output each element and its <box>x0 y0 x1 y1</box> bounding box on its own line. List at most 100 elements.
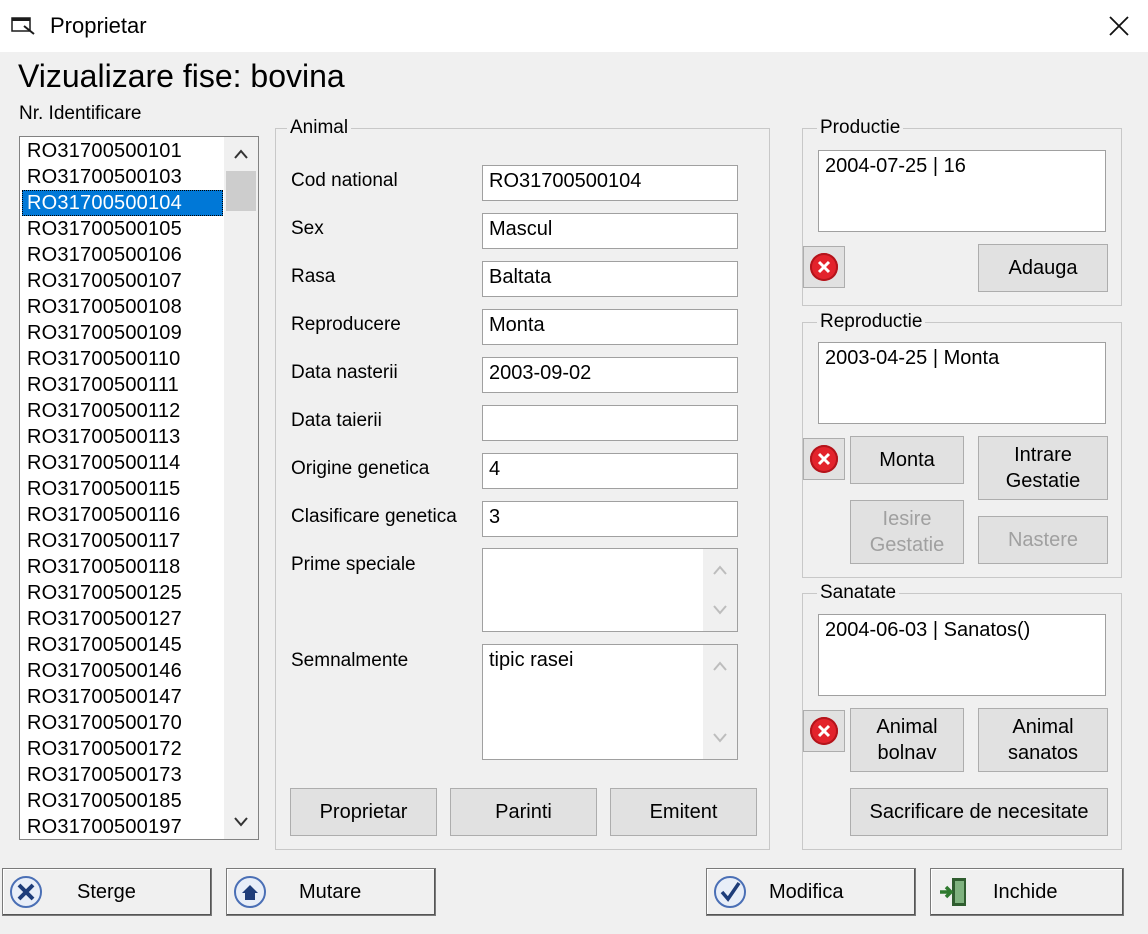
id-list-item[interactable]: RO31700500104 <box>22 190 223 216</box>
id-list-scrollbar[interactable] <box>224 137 258 839</box>
sanatate-entry[interactable]: 2004-06-03 | Sanatos() <box>825 619 1099 642</box>
id-list-item[interactable]: RO31700500115 <box>22 476 223 502</box>
id-list-label: Nr. Identificare <box>19 103 142 124</box>
home-icon <box>231 873 269 911</box>
id-list-item[interactable]: RO31700500127 <box>22 606 223 632</box>
iesire-gestatie-line1: Iesire <box>882 508 932 530</box>
id-list-item[interactable]: RO31700500147 <box>22 684 223 710</box>
scroll-down-icon[interactable] <box>224 807 258 837</box>
animal-group-title: Animal <box>287 117 352 139</box>
id-list-item[interactable]: RO31700500112 <box>22 398 223 424</box>
reproductie-entry[interactable]: 2003-04-25 | Monta <box>825 347 1099 370</box>
sterge-button[interactable]: Sterge <box>2 868 212 916</box>
id-list-item[interactable]: RO31700500113 <box>22 424 223 450</box>
sterge-label: Sterge <box>77 881 136 903</box>
modifica-button[interactable]: Modifica <box>706 868 916 916</box>
close-window-button[interactable] <box>1090 0 1148 52</box>
window-title: Proprietar <box>50 13 147 38</box>
scroll-thumb[interactable] <box>226 171 256 211</box>
nastere-button[interactable]: Nastere <box>978 516 1108 564</box>
iesire-gestatie-button[interactable]: Iesire Gestatie <box>850 500 964 564</box>
reproducere-field[interactable]: Monta <box>482 309 738 345</box>
animal-sanatos-line1: Animal <box>1012 716 1074 738</box>
rasa-field[interactable]: Baltata <box>482 261 738 297</box>
inchide-label: Inchide <box>993 881 1058 903</box>
id-list-item[interactable]: RO31700500106 <box>22 242 223 268</box>
id-list-item[interactable]: RO31700500108 <box>22 294 223 320</box>
id-list-item[interactable]: RO31700500173 <box>22 762 223 788</box>
reproductie-group-title: Reproductie <box>817 311 926 333</box>
id-list-item[interactable]: RO31700500145 <box>22 632 223 658</box>
delete-icon <box>810 717 838 745</box>
animal-sanatos-button[interactable]: Animal sanatos <box>978 708 1108 772</box>
sanatate-delete-button[interactable] <box>803 710 845 752</box>
semnalmente-scrollbar[interactable] <box>703 645 737 759</box>
clasificare-genetica-field[interactable]: 3 <box>482 501 738 537</box>
parinti-button[interactable]: Parinti <box>450 788 597 836</box>
close-icon <box>1109 16 1129 36</box>
id-list-item[interactable]: RO31700500125 <box>22 580 223 606</box>
productie-group-title: Productie <box>817 117 904 139</box>
semnalmente-label: Semnalmente <box>291 650 409 671</box>
prime-speciale-memo[interactable] <box>482 548 738 632</box>
id-listbox[interactable]: RO31700500101 RO31700500103 RO31700500104 R… <box>19 136 259 840</box>
emitent-button[interactable]: Emitent <box>610 788 757 836</box>
intrare-gestatie-line2: Gestatie <box>1005 470 1081 492</box>
sex-field[interactable]: Mascul <box>482 213 738 249</box>
scroll-down-icon[interactable] <box>703 723 737 753</box>
data-taierii-field[interactable] <box>482 405 738 441</box>
animal-sanatos-line2: sanatos <box>1007 742 1079 764</box>
clasificare-genetica-label: Clasificare genetica <box>291 506 457 527</box>
monta-button[interactable]: Monta <box>850 436 964 484</box>
intrare-gestatie-button[interactable]: Intrare Gestatie <box>978 436 1108 500</box>
inchide-button[interactable]: Inchide <box>930 868 1124 916</box>
intrare-gestatie-line1: Intrare <box>1014 444 1072 466</box>
iesire-gestatie-line2: Gestatie <box>869 534 945 556</box>
reproductie-listbox[interactable]: 2003-04-25 | Monta <box>818 342 1106 424</box>
id-list-item[interactable]: RO31700500109 <box>22 320 223 346</box>
mutare-button[interactable]: Mutare <box>226 868 436 916</box>
id-list-item[interactable]: RO31700500117 <box>22 528 223 554</box>
productie-listbox[interactable]: 2004-07-25 | 16 <box>818 150 1106 232</box>
id-list-item[interactable]: RO31700500172 <box>22 736 223 762</box>
data-nasterii-field[interactable]: 2003-09-02 <box>482 357 738 393</box>
id-list-item[interactable]: RO31700500103 <box>22 164 223 190</box>
data-taierii-label: Data taierii <box>291 410 382 431</box>
semnalmente-value: tipic rasei <box>489 649 574 671</box>
sex-label: Sex <box>291 218 324 239</box>
sanatate-listbox[interactable]: 2004-06-03 | Sanatos() <box>818 614 1106 696</box>
productie-entry[interactable]: 2004-07-25 | 16 <box>825 155 1099 178</box>
sanatate-group-title: Sanatate <box>817 582 900 604</box>
scroll-down-icon[interactable] <box>703 595 737 625</box>
productie-delete-button[interactable] <box>803 246 845 288</box>
scroll-up-icon[interactable] <box>224 139 258 169</box>
sacrificare-button[interactable]: Sacrificare de necesitate <box>850 788 1108 836</box>
checkmark-icon <box>711 873 749 911</box>
id-list-item[interactable]: RO31700500170 <box>22 710 223 736</box>
animal-bolnav-line1: Animal <box>876 716 938 738</box>
id-list-item[interactable]: RO31700500197 <box>22 814 223 840</box>
origine-genetica-field[interactable]: 4 <box>482 453 738 489</box>
id-list-item[interactable]: RO31700500110 <box>22 346 223 372</box>
id-list-item[interactable]: RO31700500116 <box>22 502 223 528</box>
id-list-item[interactable]: RO31700500105 <box>22 216 223 242</box>
cod-national-field[interactable]: RO31700500104 <box>482 165 738 201</box>
id-list-item[interactable]: RO31700500146 <box>22 658 223 684</box>
mutare-label: Mutare <box>299 881 362 903</box>
reproductie-delete-button[interactable] <box>803 438 845 480</box>
semnalmente-memo[interactable]: tipic rasei <box>482 644 738 760</box>
id-list-item[interactable]: RO31700500185 <box>22 788 223 814</box>
adauga-button[interactable]: Adauga <box>978 244 1108 292</box>
id-list-item[interactable]: RO31700500118 <box>22 554 223 580</box>
animal-bolnav-button[interactable]: Animal bolnav <box>850 708 964 772</box>
prime-speciale-label: Prime speciale <box>291 554 416 575</box>
id-list-item[interactable]: RO31700500101 <box>22 138 223 164</box>
proprietar-button[interactable]: Proprietar <box>290 788 437 836</box>
scroll-up-icon[interactable] <box>703 555 737 585</box>
prime-speciale-scrollbar[interactable] <box>703 549 737 631</box>
id-list-item[interactable]: RO31700500114 <box>22 450 223 476</box>
page-heading: Vizualizare fise: bovina <box>18 58 345 94</box>
scroll-up-icon[interactable] <box>703 651 737 681</box>
id-list-item[interactable]: RO31700500107 <box>22 268 223 294</box>
id-list-item[interactable]: RO31700500111 <box>22 372 223 398</box>
